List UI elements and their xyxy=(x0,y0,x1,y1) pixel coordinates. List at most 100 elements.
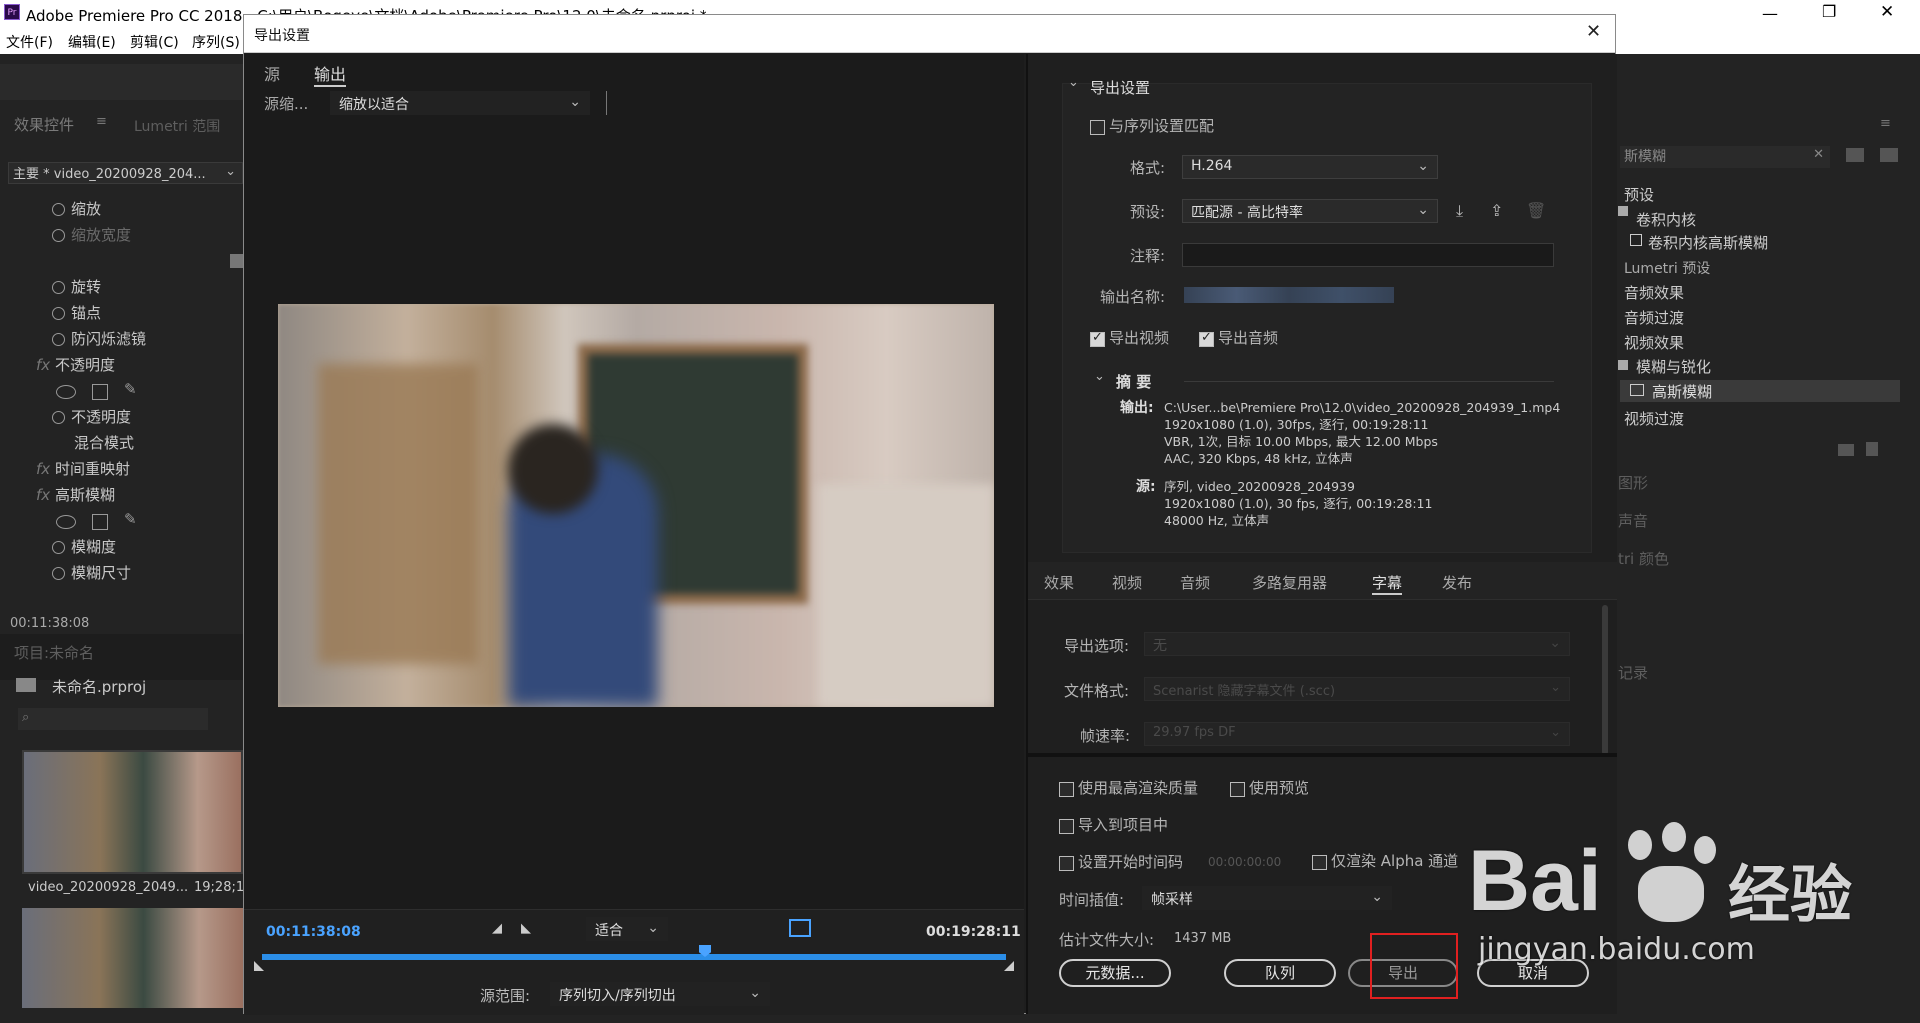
use-preview-checkbox[interactable]: 使用预览 xyxy=(1230,777,1309,798)
rect-mask-icon[interactable] xyxy=(92,384,108,400)
effects-item-video-effects[interactable]: 视频效果 xyxy=(1624,332,1684,353)
effects-item-gaussian-blur-selected[interactable]: 高斯模糊 xyxy=(1620,380,1900,402)
stopwatch-icon[interactable] xyxy=(52,307,65,320)
checkbox[interactable] xyxy=(1230,782,1245,797)
menu-file[interactable]: 文件(F) xyxy=(6,32,53,52)
new-bin-icon[interactable] xyxy=(1838,444,1854,456)
start-timecode-checkbox[interactable]: 设置开始时间码 xyxy=(1059,851,1183,872)
effects-item-audio-transitions[interactable]: 音频过渡 xyxy=(1624,307,1684,328)
subtab-multiplexer[interactable]: 多路复用器 xyxy=(1252,572,1327,593)
effects-item-convolution-gaussian[interactable]: 卷积内核高斯模糊 xyxy=(1648,232,1768,253)
fit-dropdown[interactable]: 适合 ⌄ xyxy=(586,917,668,941)
project-thumbnail-1[interactable] xyxy=(22,750,243,874)
effect-row-time-remap[interactable]: fx 时间重映射 xyxy=(0,458,243,484)
panel-menu-icon[interactable]: ≡ xyxy=(1880,116,1891,131)
stopwatch-icon[interactable] xyxy=(52,333,65,346)
panel-section-audio[interactable]: 声音 xyxy=(1618,510,1648,531)
mark-out-icon[interactable]: ◣ xyxy=(521,921,531,936)
import-project-checkbox[interactable]: 导入到项目中 xyxy=(1059,814,1168,835)
checkbox[interactable] xyxy=(1090,120,1105,135)
rect-mask-icon[interactable] xyxy=(92,514,108,530)
caption-format-dropdown[interactable]: Scenarist 隐藏字幕文件 (.scc) ⌄ xyxy=(1144,677,1570,701)
effects-search-input[interactable]: 斯模糊 ✕ xyxy=(1620,146,1830,168)
settings-scrollbar[interactable] xyxy=(1602,605,1608,755)
effects-item-convolution[interactable]: 卷积内核 xyxy=(1636,209,1696,230)
summary-collapse-icon[interactable]: ⌄ xyxy=(1094,369,1105,384)
panel-section-graphics[interactable]: 图形 xyxy=(1618,472,1648,493)
out-point-marker[interactable] xyxy=(1004,961,1014,971)
delete-preset-icon[interactable]: 🗑 xyxy=(1526,201,1546,220)
subtab-captions[interactable]: 字幕 xyxy=(1372,572,1403,595)
ellipse-mask-icon[interactable] xyxy=(56,385,76,399)
import-preset-icon[interactable]: ⇪ xyxy=(1490,201,1503,220)
project-search-input[interactable]: ⌕ xyxy=(18,708,208,730)
menu-clip[interactable]: 剪辑(C) xyxy=(130,32,179,52)
accelerated-effects-icon[interactable] xyxy=(1846,148,1864,162)
caption-fps-dropdown[interactable]: 29.97 fps DF ⌄ xyxy=(1144,722,1570,746)
subtab-audio[interactable]: 音频 xyxy=(1180,572,1210,593)
output-name-link[interactable] xyxy=(1184,287,1394,303)
checkbox[interactable] xyxy=(1199,330,1214,347)
close-icon[interactable]: ✕ xyxy=(1586,21,1601,42)
project-thumbnail-2[interactable] xyxy=(22,908,243,1008)
minimize-icon[interactable]: — xyxy=(1762,4,1778,23)
start-timecode-value[interactable]: 00:00:00:00 xyxy=(1208,855,1281,869)
timeline-scrubber[interactable] xyxy=(262,954,1006,960)
pen-mask-icon[interactable]: ✎ xyxy=(124,510,137,528)
32bit-effects-icon[interactable] xyxy=(1880,148,1898,162)
export-audio-checkbox[interactable]: 导出音频 xyxy=(1199,327,1278,348)
stopwatch-icon[interactable] xyxy=(52,203,65,216)
checkbox[interactable] xyxy=(1059,819,1074,834)
stopwatch-icon[interactable] xyxy=(52,567,65,580)
source-range-dropdown[interactable]: 序列切入/序列切出 ⌄ xyxy=(550,982,770,1006)
menu-sequence[interactable]: 序列(S) xyxy=(192,32,240,52)
effect-row-gaussian-blur[interactable]: fx 高斯模糊 xyxy=(0,484,243,510)
current-timecode[interactable]: 00:11:38:08 xyxy=(266,924,361,940)
stopwatch-icon[interactable] xyxy=(52,281,65,294)
ellipse-mask-icon[interactable] xyxy=(56,515,76,529)
effects-item-presets[interactable]: 预设 xyxy=(1624,184,1654,205)
effects-item-blur-sharpen[interactable]: 模糊与锐化 xyxy=(1636,356,1711,377)
export-video-checkbox[interactable]: 导出视频 xyxy=(1090,327,1169,348)
clip-selector[interactable]: 主要 * video_20200928_204... ⌄ xyxy=(8,162,243,184)
menu-edit[interactable]: 编辑(E) xyxy=(68,32,116,52)
delete-icon[interactable] xyxy=(1866,442,1878,456)
tab-source[interactable]: 源 xyxy=(264,61,280,85)
panel-section-lumetri-color[interactable]: tri 颜色 xyxy=(1618,548,1669,569)
tab-output[interactable]: 输出 xyxy=(314,61,347,87)
stopwatch-icon[interactable] xyxy=(52,411,65,424)
effect-row-opacity-group[interactable]: fx 不透明度 xyxy=(0,354,243,380)
stopwatch-icon[interactable] xyxy=(52,229,65,242)
subtab-effects[interactable]: 效果 xyxy=(1044,572,1074,593)
stopwatch-icon[interactable] xyxy=(52,541,65,554)
preset-dropdown[interactable]: 匹配源 - 高比特率 ⌄ xyxy=(1182,199,1438,223)
subtab-video[interactable]: 视频 xyxy=(1112,572,1142,593)
panel-section-history[interactable]: 记录 xyxy=(1618,662,1648,683)
match-sequence-checkbox[interactable]: 与序列设置匹配 xyxy=(1090,115,1214,136)
comment-input[interactable] xyxy=(1182,243,1554,267)
alpha-only-checkbox[interactable]: 仅渲染 Alpha 通道 xyxy=(1312,850,1458,871)
subtab-publish[interactable]: 发布 xyxy=(1442,572,1472,593)
checkbox[interactable] xyxy=(1059,782,1074,797)
aspect-correction-icon[interactable] xyxy=(789,919,811,937)
max-quality-checkbox[interactable]: 使用最高渲染质量 xyxy=(1059,777,1198,798)
source-scale-dropdown[interactable]: 缩放以适合 ⌄ xyxy=(330,91,590,115)
checkbox[interactable] xyxy=(1090,330,1105,347)
tab-lumetri-scopes[interactable]: Lumetri 范围 xyxy=(134,116,220,136)
clear-search-icon[interactable]: ✕ xyxy=(1813,147,1824,162)
collapse-icon[interactable]: ⌄ xyxy=(1068,75,1079,90)
caption-export-dropdown[interactable]: 无 ⌄ xyxy=(1144,632,1570,656)
format-dropdown[interactable]: H.264 ⌄ xyxy=(1182,155,1438,179)
mark-in-icon[interactable]: ◢ xyxy=(492,921,502,936)
checkbox[interactable] xyxy=(1312,855,1327,870)
interp-dropdown[interactable]: 帧采样 ⌄ xyxy=(1142,886,1392,910)
panel-menu-icon[interactable]: ≡ xyxy=(96,114,107,129)
tab-effect-controls[interactable]: 效果控件 xyxy=(14,114,74,135)
project-panel-title[interactable]: 项目:未命名 xyxy=(14,642,94,663)
checkbox[interactable] xyxy=(1059,856,1074,871)
queue-button[interactable]: 队列 xyxy=(1224,959,1336,987)
effects-item-lumetri-presets[interactable]: Lumetri 预设 xyxy=(1624,258,1710,278)
close-window-icon[interactable]: ✕ xyxy=(1880,2,1894,22)
pen-mask-icon[interactable]: ✎ xyxy=(124,380,137,398)
save-preset-icon[interactable]: ⤓ xyxy=(1456,201,1463,221)
